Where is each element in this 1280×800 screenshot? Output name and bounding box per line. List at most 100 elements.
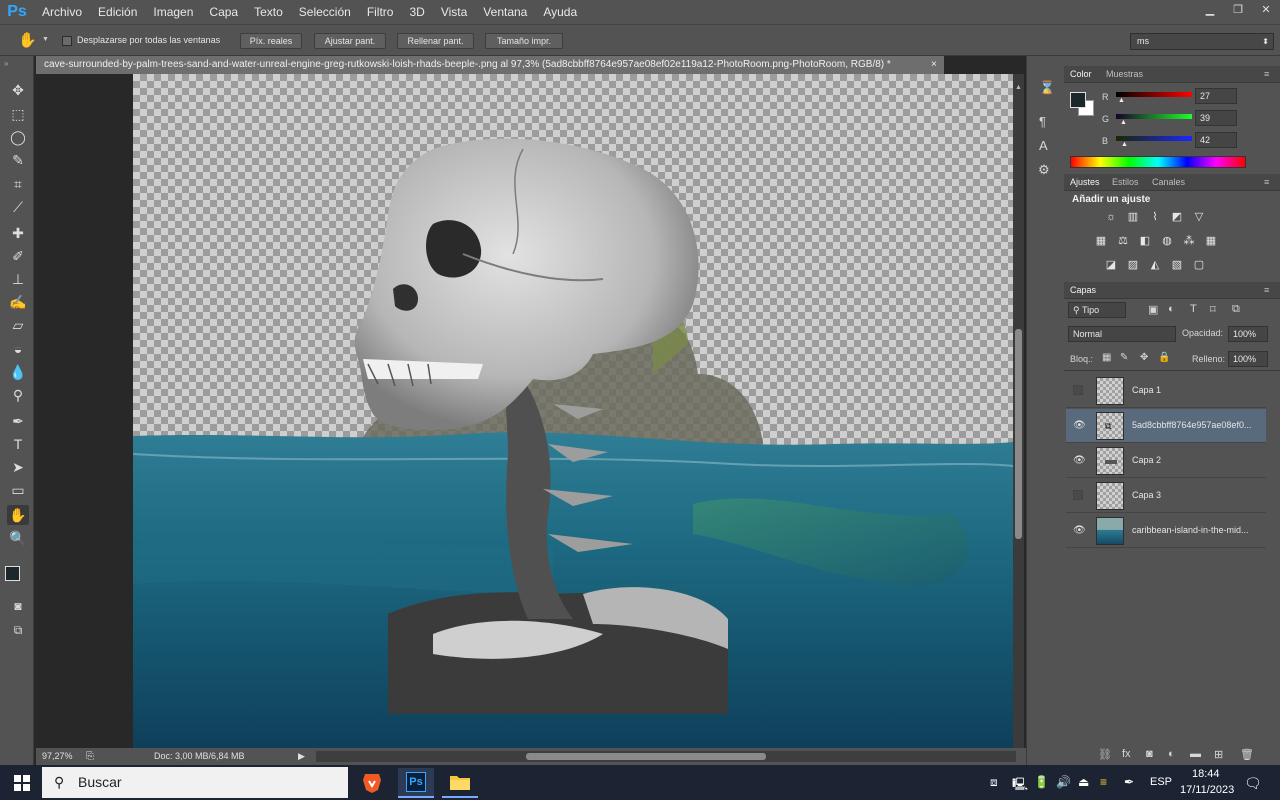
document-tab[interactable]: cave-surrounded-by-palm-trees-sand-and-w… — [36, 56, 944, 74]
eye-icon[interactable]: 👁 — [1073, 456, 1086, 466]
menu-edicion[interactable]: Edición — [90, 0, 145, 24]
pen-icon[interactable]: ✒ — [1124, 775, 1134, 789]
new-adjustment-icon[interactable]: ◐ — [1168, 748, 1175, 760]
battery-icon[interactable]: 🔋 — [1034, 775, 1049, 789]
menu-imagen[interactable]: Imagen — [145, 0, 201, 24]
close-tab-icon[interactable]: × — [931, 56, 937, 74]
brave-browser-icon[interactable] — [354, 768, 390, 798]
restore-button[interactable]: ❐ — [1225, 2, 1251, 18]
horizontal-scrollbar[interactable] — [316, 751, 1016, 762]
usb-icon[interactable]: ⏏ — [1078, 775, 1089, 789]
lock-all-icon[interactable]: 🔒 — [1158, 352, 1170, 363]
horizontal-scroll-thumb[interactable] — [526, 753, 766, 760]
print-size-button[interactable]: Tamaño impr. — [485, 33, 563, 49]
filter-adjustment-icon[interactable]: ◐ — [1168, 303, 1175, 315]
panel-menu-icon[interactable]: ≡ — [1264, 283, 1269, 297]
menu-3d[interactable]: 3D — [401, 0, 432, 24]
fit-screen-button[interactable]: Ajustar pant. — [314, 33, 386, 49]
notifications-icon[interactable]: 🗨 — [1244, 775, 1262, 792]
layer-mask-icon[interactable]: ◙ — [1146, 748, 1153, 760]
channel-b-field[interactable]: 42 — [1195, 132, 1237, 148]
character-panel-icon[interactable]: A — [1039, 138, 1048, 153]
channel-g-field[interactable]: 39 — [1195, 110, 1237, 126]
blur-tool-icon[interactable]: 💧 — [7, 362, 29, 382]
vertical-scroll-thumb[interactable] — [1015, 329, 1022, 539]
tab-layers[interactable]: Capas — [1070, 283, 1096, 297]
filter-pixel-icon[interactable]: ▣ — [1148, 303, 1158, 316]
foreground-color-swatch[interactable] — [5, 566, 20, 581]
quick-selection-tool-icon[interactable]: ✎ — [7, 150, 29, 170]
hidden-visibility-box[interactable] — [1073, 385, 1083, 395]
tab-styles[interactable]: Estilos — [1112, 175, 1139, 189]
panel-menu-icon[interactable]: ≡ — [1264, 175, 1269, 189]
menu-filtro[interactable]: Filtro — [359, 0, 402, 24]
brightness-icon[interactable]: ☼ — [1104, 211, 1118, 223]
menu-vista[interactable]: Vista — [433, 0, 475, 24]
export-icon[interactable]: ⎘ — [86, 748, 94, 765]
type-tool-icon[interactable]: T — [7, 434, 29, 454]
minimize-button[interactable]: ▁ — [1197, 2, 1223, 18]
photo-filter-icon[interactable]: ◍ — [1160, 235, 1174, 247]
levels-icon[interactable]: ▥ — [1126, 211, 1140, 223]
channel-g-thumb[interactable]: ▲ — [1120, 119, 1127, 126]
close-button[interactable]: ✕ — [1253, 2, 1279, 18]
selective-color-icon[interactable]: ▢ — [1192, 259, 1206, 271]
menu-ventana[interactable]: Ventana — [475, 0, 535, 24]
black-white-icon[interactable]: ◧ — [1138, 235, 1152, 247]
clock-date[interactable]: 17/11/2023 — [1180, 784, 1234, 796]
eraser-tool-icon[interactable]: ▱ — [7, 315, 29, 335]
photoshop-taskbar-icon[interactable]: Ps — [398, 768, 434, 798]
color-lookup-icon[interactable]: ▦ — [1204, 235, 1218, 247]
layer-row[interactable]: 👁 caribbean-island-in-the-mid... — [1066, 514, 1266, 548]
eyedropper-tool-icon[interactable]: ⟋ — [7, 197, 29, 217]
tab-color[interactable]: Color — [1070, 67, 1092, 81]
lock-pixels-icon[interactable]: ✎ — [1120, 352, 1128, 363]
channel-g-slider[interactable] — [1116, 114, 1192, 119]
curves-icon[interactable]: ⌇ — [1148, 211, 1162, 223]
move-tool-icon[interactable]: ✥ — [7, 80, 29, 100]
threshold-icon[interactable]: ◭ — [1148, 259, 1162, 271]
menu-ayuda[interactable]: Ayuda — [535, 0, 585, 24]
layer-filter-select[interactable]: ⚲ Tipo — [1068, 302, 1126, 318]
trash-icon[interactable]: 🗑 — [1240, 748, 1254, 761]
paint-bucket-tool-icon[interactable]: ◒ — [7, 339, 29, 359]
eye-icon[interactable]: 👁 — [1073, 526, 1086, 536]
language-indicator[interactable]: ESP — [1150, 776, 1172, 788]
scroll-all-checkbox[interactable] — [62, 36, 72, 46]
collapse-icon[interactable]: » — [4, 59, 8, 68]
history-brush-tool-icon[interactable]: ✍ — [7, 292, 29, 312]
channel-b-thumb[interactable]: ▲ — [1121, 141, 1128, 148]
dodge-tool-icon[interactable]: ⚲ — [7, 385, 29, 405]
layer-row[interactable]: 👁 Capa 2 — [1066, 444, 1266, 478]
rectangle-tool-icon[interactable]: ▭ — [7, 480, 29, 500]
paragraph-panel-icon[interactable]: ¶ — [1039, 114, 1046, 129]
channel-r-field[interactable]: 27 — [1195, 88, 1237, 104]
vibrance-icon[interactable]: ▽ — [1192, 211, 1206, 223]
actual-pixels-button[interactable]: Píx. reales — [240, 33, 302, 49]
status-menu-icon[interactable]: ▶ — [298, 748, 305, 765]
scroll-up-icon[interactable]: ▲ — [1015, 84, 1022, 98]
path-selection-tool-icon[interactable]: ➤ — [7, 457, 29, 477]
filter-smart-object-icon[interactable]: ⧉ — [1232, 303, 1240, 316]
menu-seleccion[interactable]: Selección — [291, 0, 359, 24]
zoom-level[interactable]: 97,27% — [42, 748, 73, 765]
posterize-icon[interactable]: ▨ — [1126, 259, 1140, 271]
file-explorer-icon[interactable] — [442, 768, 478, 798]
eye-icon[interactable]: 👁 — [1073, 421, 1086, 431]
chevron-down-icon[interactable]: ▼ — [42, 36, 49, 43]
menu-capa[interactable]: Capa — [201, 0, 246, 24]
color-foreground-swatch[interactable] — [1070, 92, 1086, 108]
link-layers-icon[interactable]: ⛓ — [1098, 748, 1112, 761]
network-icon[interactable]: 🖳 — [1012, 775, 1028, 796]
healing-brush-tool-icon[interactable]: ✚ — [7, 223, 29, 243]
vertical-scrollbar[interactable]: ▲ — [1013, 74, 1024, 750]
blend-mode-select[interactable]: Normal — [1068, 326, 1176, 342]
channel-r-thumb[interactable]: ▲ — [1118, 97, 1125, 104]
channel-r-slider[interactable] — [1116, 92, 1192, 97]
tab-swatches[interactable]: Muestras — [1106, 67, 1143, 81]
fill-screen-button[interactable]: Rellenar pant. — [397, 33, 474, 49]
gradient-map-icon[interactable]: ▧ — [1170, 259, 1184, 271]
channel-mixer-icon[interactable]: ⁂ — [1182, 235, 1196, 247]
lasso-tool-icon[interactable]: ◯ — [7, 127, 29, 147]
layer-row[interactable]: Capa 1 — [1066, 374, 1266, 408]
